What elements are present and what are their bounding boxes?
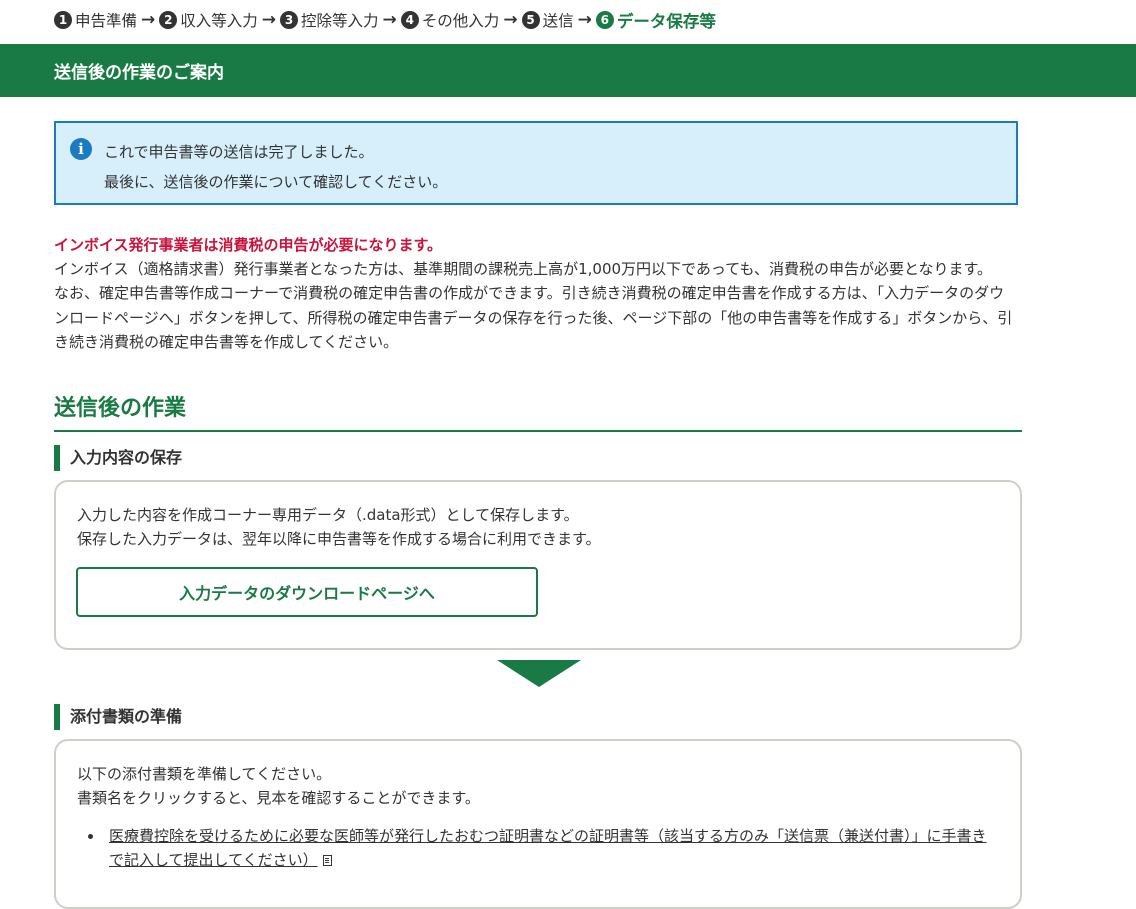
chevron-down-icon <box>497 660 581 687</box>
step-number: 2 <box>159 11 178 29</box>
attachments-description: 以下の添付書類を準備してください。 <box>77 765 332 783</box>
attachments-description: 書類名をクリックすると、見本を確認することができます。 <box>77 789 480 807</box>
step-6-current: 6 データ保存等 <box>595 8 716 32</box>
info-message-line: これで申告書等の送信は完了しました。 <box>104 143 374 161</box>
step-number: 5 <box>521 11 540 29</box>
step-label: 控除等入力 <box>301 12 379 30</box>
attachments-list: 医療費控除を受けるために必要な医師等が発行したおむつ証明書などの証明書等（該当す… <box>77 824 997 872</box>
page-title: 送信後の作業のご案内 <box>54 63 224 83</box>
arrow-right-icon: → <box>261 10 277 30</box>
step-number: 4 <box>400 11 419 29</box>
step-4: 4 その他入力 <box>400 9 500 31</box>
save-description: 保存した入力データは、翌年以降に申告書等を作成する場合に利用できます。 <box>77 530 601 548</box>
section-heading: 送信後の作業 <box>54 392 1022 432</box>
save-data-card: 入力した内容を作成コーナー専用データ（.data形式）として保存します。 保存し… <box>54 480 1022 650</box>
info-icon: i <box>70 138 92 160</box>
step-label: 申告準備 <box>75 12 138 30</box>
save-description: 入力した内容を作成コーナー専用データ（.data形式）として保存します。 <box>77 506 579 524</box>
notice-title: インボイス発行事業者は消費税の申告が必要になります。 <box>54 236 443 254</box>
arrow-right-icon: → <box>141 10 156 30</box>
step-label: その他入力 <box>421 12 500 30</box>
arrow-right-icon: → <box>382 10 397 30</box>
page-header: 送信後の作業のご案内 <box>0 44 1136 97</box>
info-message-line: 最後に、送信後の作業について確認してください。 <box>104 173 448 191</box>
step-label: 送信 <box>542 12 574 30</box>
document-icon <box>322 855 332 866</box>
step-number: 1 <box>54 11 72 29</box>
arrow-right-icon: → <box>503 10 518 30</box>
step-1: 1 申告準備 <box>54 9 137 31</box>
document-link[interactable]: 医療費控除を受けるために必要な医師等が発行したおむつ証明書などの証明書等（該当す… <box>109 827 987 869</box>
attachments-card: 以下の添付書類を準備してください。 書類名をクリックすると、見本を確認することが… <box>54 739 1022 909</box>
step-2: 2 収入等入力 <box>159 9 258 31</box>
step-3: 3 控除等入力 <box>280 9 379 31</box>
progress-stepper: 1 申告準備 → 2 収入等入力 → 3 控除等入力 → 4 その他入力 → 5… <box>0 0 1136 40</box>
step-5: 5 送信 <box>521 9 574 31</box>
download-page-button[interactable]: 入力データのダウンロードページへ <box>76 567 538 617</box>
notice-paragraph: なお、確定申告書等作成コーナーで消費税の確定申告書の作成ができます。引き続き消費… <box>54 284 1013 351</box>
info-message-box: i これで申告書等の送信は完了しました。 最後に、送信後の作業について確認してく… <box>54 121 1018 205</box>
save-data-heading: 入力内容の保存 <box>54 445 182 471</box>
step-label: 収入等入力 <box>180 12 258 30</box>
step-label: データ保存等 <box>616 12 716 31</box>
arrow-right-icon: → <box>577 10 592 30</box>
notice-paragraph: インボイス（適格請求書）発行事業者となった方は、基準期間の課税売上高が1,000… <box>54 260 992 279</box>
invoice-notice: インボイス発行事業者は消費税の申告が必要になります。 インボイス（適格請求書）発… <box>54 233 1018 354</box>
step-number: 6 <box>595 11 614 29</box>
step-number: 3 <box>280 11 299 29</box>
attachments-heading: 添付書類の準備 <box>54 704 182 730</box>
list-item: 医療費控除を受けるために必要な医師等が発行したおむつ証明書などの証明書等（該当す… <box>77 824 997 872</box>
